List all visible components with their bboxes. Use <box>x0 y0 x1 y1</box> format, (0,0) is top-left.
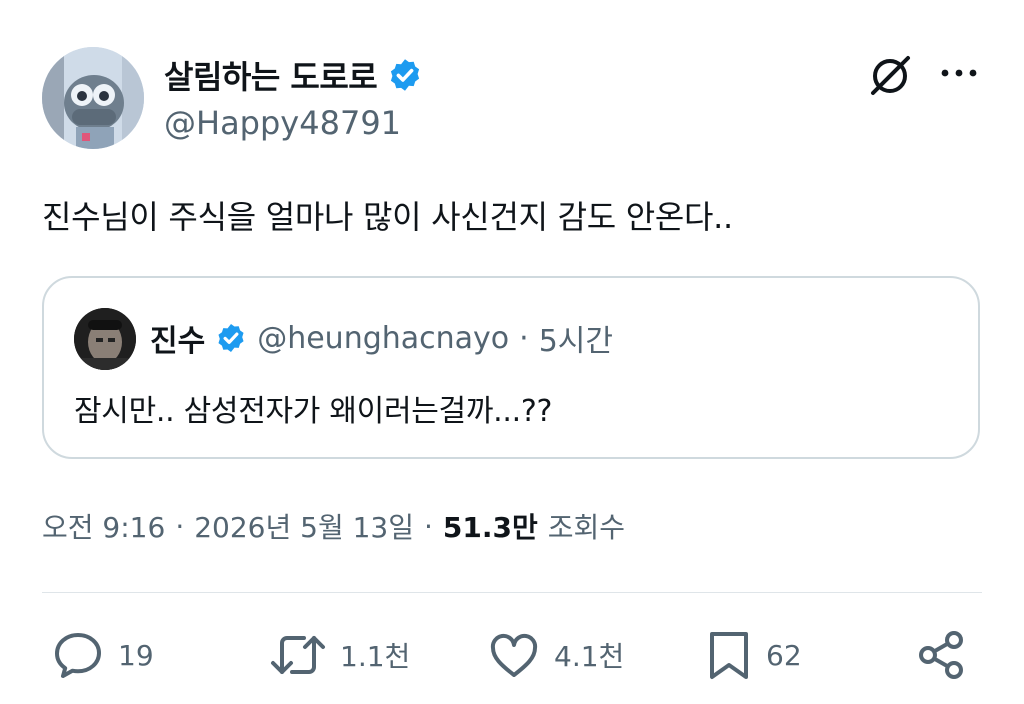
bookmark-count: 62 <box>766 638 802 672</box>
tweet-text: 진수님이 주식을 얼마나 많이 사신건지 감도 안온다.. <box>42 198 733 236</box>
more-options-icon[interactable] <box>938 58 980 88</box>
quote-text: 잠시만.. 삼성전자가 왜이러는걸까...?? <box>74 394 553 429</box>
tweet-time[interactable]: 오전 9:16 <box>42 506 165 546</box>
quote-handle[interactable]: @heunghacnayo <box>257 321 509 356</box>
quote-separator: · <box>519 320 529 356</box>
share-button[interactable] <box>914 628 968 682</box>
author-avatar[interactable] <box>42 47 144 149</box>
reply-button[interactable]: 19 <box>52 628 154 682</box>
tweet-meta: 오전 9:16 · 2026년 5월 13일 · 51.3만 조회수 <box>42 506 625 546</box>
reply-count: 19 <box>118 638 154 672</box>
reply-icon <box>52 630 104 680</box>
like-count: 4.1천 <box>554 640 625 673</box>
quote-header: 진수 @heunghacnayo · 5시간 <box>150 316 613 360</box>
heart-icon <box>488 630 540 680</box>
share-icon <box>914 628 968 682</box>
quoted-tweet-card[interactable]: 진수 @heunghacnayo · 5시간 잠시만.. 삼성전자가 왜이러는걸… <box>42 276 980 459</box>
views-label: 조회수 <box>547 511 626 544</box>
quote-author-avatar[interactable] <box>74 308 136 370</box>
bookmark-icon <box>706 629 752 681</box>
meta-separator: · <box>424 509 433 543</box>
views-count: 51.3만 <box>442 511 538 544</box>
bookmark-button[interactable]: 62 <box>706 628 802 682</box>
repost-count: 1.1천 <box>340 640 411 673</box>
quote-display-name[interactable]: 진수 <box>150 316 205 360</box>
quote-timestamp[interactable]: 5시간 <box>539 316 613 360</box>
author-display-name[interactable]: 살림하는 도로로 <box>164 52 378 98</box>
tweet-date[interactable]: 2026년 5월 13일 <box>194 506 414 546</box>
grok-icon[interactable] <box>864 50 916 102</box>
author-name-row: 살림하는 도로로 <box>164 52 423 98</box>
avatar-image <box>42 47 144 149</box>
verified-badge-icon[interactable] <box>387 57 423 93</box>
meta-separator: · <box>175 509 185 543</box>
author-handle[interactable]: @Happy48791 <box>164 104 401 142</box>
repost-icon <box>270 630 326 680</box>
repost-button[interactable]: 1.1천 <box>270 628 410 682</box>
divider <box>42 592 982 593</box>
quote-avatar-image <box>74 308 136 370</box>
verified-badge-icon[interactable] <box>215 322 247 354</box>
like-button[interactable]: 4.1천 <box>488 628 624 682</box>
